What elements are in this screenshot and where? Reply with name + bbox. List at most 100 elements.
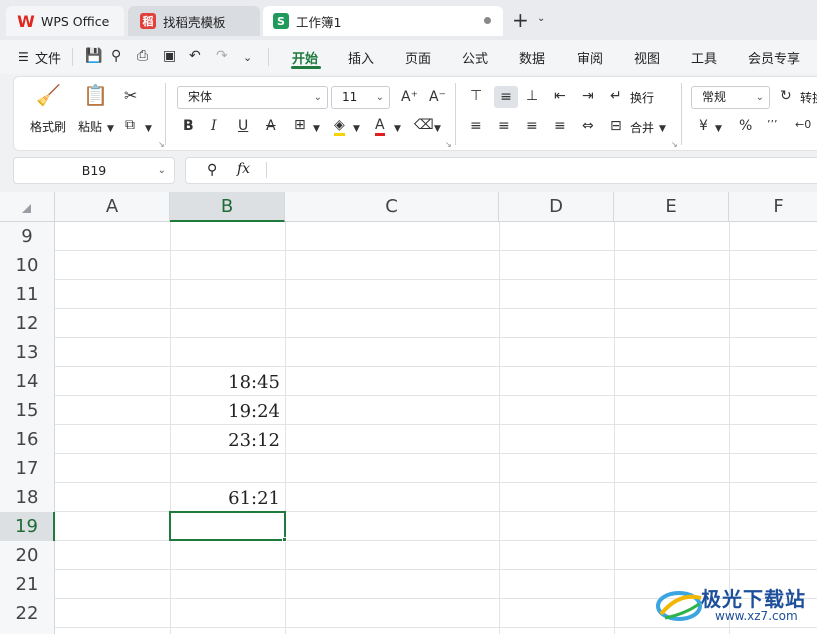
border-icon[interactable]: ⊞ <box>294 117 306 133</box>
column-header-d[interactable]: D <box>499 192 614 222</box>
cut-icon[interactable]: ✂ <box>124 88 137 104</box>
menu-member[interactable]: 会员专享 <box>748 48 800 67</box>
zoom-search-icon[interactable]: ⚲ <box>207 162 217 178</box>
bold-icon[interactable]: B <box>183 118 194 134</box>
percent-icon[interactable]: % <box>739 118 752 134</box>
menu-file[interactable]: 文件 <box>35 48 61 67</box>
justify-icon[interactable]: ≡ <box>554 118 566 134</box>
row-header[interactable]: 22 <box>0 599 55 628</box>
row-header-active[interactable]: 19 <box>0 512 55 541</box>
distributed-align-icon[interactable]: ⇔ <box>582 118 594 134</box>
italic-icon[interactable]: I <box>211 118 217 134</box>
cell-b[interactable]: 18:45 <box>170 367 285 396</box>
cell-b[interactable] <box>170 222 285 251</box>
clear-chevron-icon[interactable]: ▼ <box>434 121 441 137</box>
tab-template-store[interactable]: 稻 找稻壳模板 <box>128 6 260 36</box>
menu-start[interactable]: 开始 <box>292 48 318 67</box>
paste-chevron-icon[interactable]: ▼ <box>107 121 114 137</box>
unsaved-dot-icon[interactable] <box>484 17 491 24</box>
convert-button[interactable]: 转换 <box>800 89 817 106</box>
decrease-indent-icon[interactable]: ⇤ <box>554 88 566 104</box>
row-header[interactable]: 23 <box>0 628 55 634</box>
print-icon[interactable]: ⎙ <box>137 48 148 64</box>
name-box[interactable]: B19 ⌄ <box>13 157 175 184</box>
currency-icon[interactable]: ¥ <box>699 118 708 134</box>
spreadsheet-grid[interactable]: A B C D E F 9 10 11 12 13 14 18:45 15 19… <box>0 192 817 634</box>
underline-icon[interactable]: U <box>238 118 248 134</box>
row-header[interactable]: 15 <box>0 396 55 425</box>
function-icon[interactable]: fx <box>237 161 250 177</box>
paste-icon[interactable]: 📋 <box>83 85 108 105</box>
clipboard-dialog-launcher-icon[interactable]: ↘ <box>158 137 165 153</box>
menu-review[interactable]: 审阅 <box>577 48 603 67</box>
print-preview-icon[interactable]: ▣ <box>163 48 176 64</box>
tab-workbook[interactable]: S 工作簿1 <box>263 6 503 36</box>
row-header[interactable]: 14 <box>0 367 55 396</box>
tab-wps-office[interactable]: W WPS Office <box>6 6 124 36</box>
strikethrough-icon[interactable]: A <box>266 118 276 134</box>
menu-data[interactable]: 数据 <box>519 48 545 67</box>
undo-icon[interactable]: ↶ <box>189 48 201 64</box>
row-header[interactable]: 13 <box>0 338 55 367</box>
align-right-icon[interactable]: ≡ <box>526 118 538 134</box>
paste-button[interactable]: 粘贴 <box>78 118 102 135</box>
chevron-down-icon[interactable]: ⌄ <box>158 158 166 183</box>
hamburger-icon[interactable]: ☰ <box>18 50 29 64</box>
decrease-font-size-icon[interactable]: A⁻ <box>429 89 446 105</box>
font-dialog-launcher-icon[interactable]: ↘ <box>445 137 452 153</box>
menu-insert[interactable]: 插入 <box>348 48 374 67</box>
row-header[interactable]: 20 <box>0 541 55 570</box>
row-header[interactable]: 17 <box>0 454 55 483</box>
align-middle-icon[interactable]: ≡ <box>494 86 518 108</box>
fill-handle[interactable] <box>282 537 287 542</box>
menu-view[interactable]: 视图 <box>634 48 660 67</box>
row-header[interactable]: 9 <box>0 222 55 251</box>
font-name-select[interactable]: 宋体 ⌄ <box>177 86 328 109</box>
row-header[interactable]: 16 <box>0 425 55 454</box>
align-top-icon[interactable]: ⊤ <box>470 88 482 104</box>
cell-b[interactable]: 23:12 <box>170 425 285 454</box>
merge-cells-button[interactable]: 合并 <box>630 119 654 136</box>
column-header-b[interactable]: B <box>170 192 285 222</box>
row-header[interactable]: 21 <box>0 570 55 599</box>
selected-cell-outline[interactable] <box>169 511 286 541</box>
menu-tools[interactable]: 工具 <box>691 48 717 67</box>
cell-b[interactable] <box>170 570 285 599</box>
wrap-text-icon[interactable]: ↵ <box>610 88 622 104</box>
row-header[interactable]: 10 <box>0 251 55 280</box>
cell-b[interactable] <box>170 338 285 367</box>
alignment-dialog-launcher-icon[interactable]: ↘ <box>671 137 678 153</box>
format-painter-button[interactable]: 格式刷 <box>30 118 66 135</box>
redo-icon[interactable]: ↷ <box>216 48 228 64</box>
decimal-places-icon[interactable]: ←0 <box>795 117 811 133</box>
clear-format-icon[interactable]: ⌫ <box>414 117 434 133</box>
fill-color-icon[interactable]: ◈ <box>334 117 345 136</box>
column-header-e[interactable]: E <box>614 192 729 222</box>
cell-b[interactable] <box>170 541 285 570</box>
cell-b[interactable]: 19:24 <box>170 396 285 425</box>
merge-chevron-icon[interactable]: ▼ <box>659 121 666 137</box>
increase-indent-icon[interactable]: ⇥ <box>582 88 594 104</box>
menu-page[interactable]: 页面 <box>405 48 431 67</box>
more-chevron-icon[interactable]: ⌄ <box>243 51 252 64</box>
border-chevron-icon[interactable]: ▼ <box>313 121 320 137</box>
menu-formula[interactable]: 公式 <box>462 48 488 67</box>
format-painter-icon[interactable]: 🧹 <box>36 85 61 105</box>
column-header-c[interactable]: C <box>285 192 499 222</box>
wrap-text-button[interactable]: 换行 <box>630 89 654 106</box>
select-all-corner[interactable] <box>0 192 55 222</box>
cell-b[interactable] <box>170 599 285 628</box>
font-color-icon[interactable]: A <box>375 117 385 136</box>
thousands-separator-icon[interactable]: ’’’ <box>767 117 778 133</box>
font-size-select[interactable]: 11 ⌄ <box>331 86 390 109</box>
cell-b[interactable] <box>170 280 285 309</box>
column-header-f[interactable]: F <box>729 192 817 222</box>
chevron-down-icon[interactable]: ⌄ <box>537 13 545 24</box>
align-left-icon[interactable]: ≡ <box>470 118 482 134</box>
new-tab-plus-icon[interactable]: + <box>512 10 529 30</box>
align-center-icon[interactable]: ≡ <box>498 118 510 134</box>
copy-icon[interactable]: ⧉ <box>125 117 135 133</box>
share-icon[interactable]: ⚲ <box>111 48 121 64</box>
fill-color-chevron-icon[interactable]: ▼ <box>353 121 360 137</box>
column-header-a[interactable]: A <box>55 192 170 222</box>
